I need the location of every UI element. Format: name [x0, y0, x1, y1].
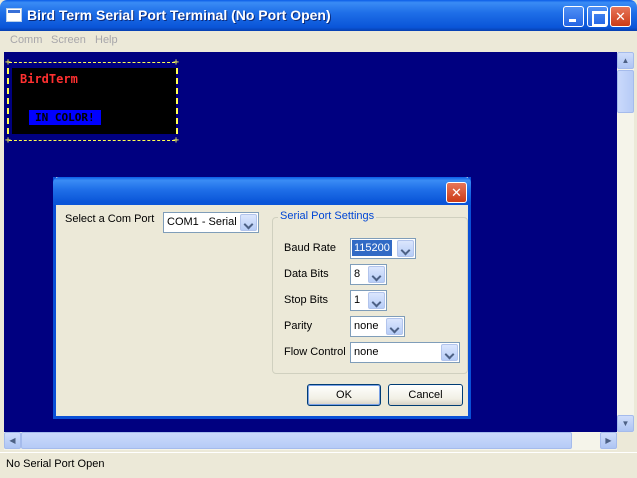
dialog-body: Select a Com Port COM1 - Serial Serial P… — [56, 205, 468, 416]
menu-comm[interactable]: Comm — [10, 34, 42, 46]
chevron-down-icon[interactable] — [386, 318, 403, 335]
banner-corner: + — [173, 135, 180, 146]
data-bits-select[interactable]: 8 — [350, 264, 387, 285]
flow-control-value: none — [354, 346, 379, 358]
arrow-left-icon: ◀ — [9, 436, 16, 445]
chevron-down-icon[interactable] — [397, 240, 414, 257]
banner-top-border — [9, 62, 175, 63]
com-port-value: COM1 - Serial — [167, 216, 237, 228]
maximize-button[interactable] — [587, 6, 608, 27]
data-bits-value: 8 — [354, 268, 361, 280]
serial-settings-group: Serial Port Settings Baud Rate 115200 Da… — [272, 210, 468, 374]
vertical-scroll-thumb[interactable] — [617, 70, 634, 113]
menu-screen[interactable]: Screen — [51, 34, 86, 46]
parity-select[interactable]: none — [350, 316, 405, 337]
chevron-down-icon[interactable] — [368, 292, 385, 309]
stop-bits-value: 1 — [354, 294, 361, 306]
group-title: Serial Port Settings — [278, 210, 377, 222]
parity-label: Parity — [284, 320, 313, 332]
scroll-left-button[interactable]: ◀ — [4, 432, 21, 449]
arrow-right-icon: ▶ — [605, 436, 612, 445]
banner-title: BirdTerm — [20, 72, 78, 86]
chevron-down-icon[interactable] — [368, 266, 385, 283]
window-title: Bird Term Serial Port Terminal (No Port … — [27, 7, 331, 23]
menu-help[interactable]: Help — [95, 34, 118, 46]
stop-bits-select[interactable]: 1 — [350, 290, 387, 311]
banner-right-border — [176, 68, 178, 134]
com-port-select[interactable]: COM1 - Serial — [163, 212, 259, 233]
flow-control-label: Flow Control — [284, 346, 346, 358]
scroll-down-button[interactable]: ▼ — [617, 415, 634, 432]
chevron-down-icon[interactable] — [441, 344, 458, 361]
menu-bar: Comm Screen Help — [3, 31, 634, 51]
horizontal-scrollbar[interactable]: ◀ ▶ — [4, 432, 617, 450]
banner-corner: + — [5, 135, 12, 146]
baud-rate-value: 115200 — [352, 240, 392, 256]
scroll-up-button[interactable]: ▲ — [617, 52, 634, 69]
scrollbar-corner — [617, 432, 634, 450]
ok-button[interactable]: OK — [307, 384, 381, 406]
arrow-down-icon: ▼ — [621, 419, 630, 428]
arrow-up-icon: ▲ — [621, 56, 630, 65]
parity-value: none — [354, 320, 379, 332]
stop-bits-label: Stop Bits — [284, 294, 329, 306]
chevron-down-icon[interactable] — [240, 214, 257, 231]
horizontal-scroll-thumb[interactable] — [21, 432, 572, 449]
baud-rate-label: Baud Rate — [284, 242, 336, 254]
com-port-label: Select a Com Port — [65, 213, 155, 225]
vertical-scrollbar[interactable]: ▲ ▼ — [617, 52, 634, 432]
dialog-title-bar[interactable]: ✕ — [53, 177, 471, 205]
cancel-button[interactable]: Cancel — [388, 384, 463, 406]
terminal-app-icon — [6, 8, 22, 22]
minimize-button[interactable] — [563, 6, 584, 27]
close-icon: ✕ — [451, 185, 462, 200]
banner-panel: BirdTerm IN COLOR! — [12, 68, 176, 134]
banner-bottom-border — [9, 140, 175, 141]
close-button[interactable]: ✕ — [610, 6, 631, 27]
window-title-bar[interactable]: Bird Term Serial Port Terminal (No Port … — [0, 0, 637, 31]
scroll-right-button[interactable]: ▶ — [600, 432, 617, 449]
serial-port-dialog: ✕ Select a Com Port COM1 - Serial Serial… — [53, 177, 471, 419]
banner-subtitle: IN COLOR! — [29, 110, 101, 125]
banner-corner: + — [5, 57, 12, 68]
data-bits-label: Data Bits — [284, 268, 329, 280]
status-bar: No Serial Port Open — [0, 452, 637, 478]
status-text: No Serial Port Open — [6, 458, 105, 470]
birdterm-banner: + + + + BirdTerm IN COLOR! — [5, 57, 180, 146]
dialog-close-button[interactable]: ✕ — [446, 182, 467, 203]
close-icon: ✕ — [615, 9, 626, 24]
baud-rate-select[interactable]: 115200 — [350, 238, 416, 259]
banner-left-border — [7, 68, 9, 134]
flow-control-select[interactable]: none — [350, 342, 460, 363]
banner-corner: + — [173, 57, 180, 68]
